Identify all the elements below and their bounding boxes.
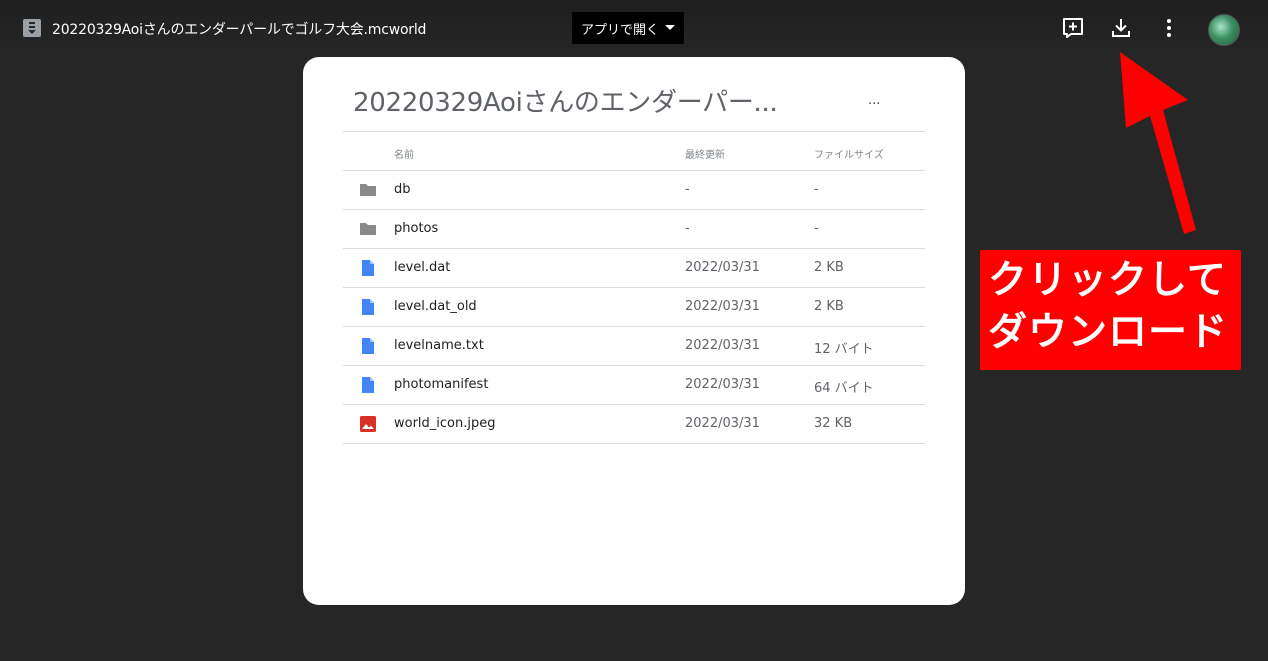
archive-preview-card: 20220329Aoiさんのエンダーパー... ... 名前 最終更新 ファイル… <box>303 57 965 605</box>
table-row[interactable]: levelname.txt 2022/03/31 12 バイト <box>343 327 925 366</box>
annotation-line-1: クリックして <box>988 258 1227 303</box>
image-icon <box>360 416 376 432</box>
open-with-button[interactable]: アプリで開く <box>572 12 684 44</box>
folder-icon <box>360 223 376 235</box>
column-header-name[interactable]: 名前 <box>394 146 414 161</box>
file-size: 64 バイト <box>814 381 874 396</box>
file-name: level.dat_old <box>394 299 477 314</box>
annotation-line-2: ダウンロード <box>988 310 1229 355</box>
file-size: 2 KB <box>814 299 844 314</box>
doc-icon <box>362 338 374 354</box>
column-header-modified[interactable]: 最終更新 <box>685 146 725 161</box>
file-title: 20220329Aoiさんのエンダーパールでゴルフ大会.mcworld <box>52 22 427 38</box>
file-size: 12 バイト <box>814 342 874 357</box>
file-modified: - <box>685 182 690 197</box>
file-modified: - <box>685 221 690 236</box>
top-bar: 20220329Aoiさんのエンダーパールでゴルフ大会.mcworld アプリで… <box>0 0 1268 58</box>
more-button[interactable]: ... <box>868 93 880 108</box>
open-with-label: アプリで開く <box>580 22 659 38</box>
file-name: photomanifest <box>394 377 489 392</box>
doc-icon <box>362 299 374 315</box>
table-row[interactable]: photos - - <box>343 210 925 249</box>
file-name: world_icon.jpeg <box>394 416 496 431</box>
table-row[interactable]: level.dat 2022/03/31 2 KB <box>343 249 925 288</box>
add-to-drive-icon[interactable] <box>1061 16 1085 40</box>
download-icon[interactable] <box>1109 16 1133 40</box>
file-table: 名前 最終更新 ファイルサイズ db - - photos - - level.… <box>343 131 925 444</box>
archive-file-icon <box>23 19 41 37</box>
table-row[interactable]: level.dat_old 2022/03/31 2 KB <box>343 288 925 327</box>
more-vert-icon[interactable] <box>1157 16 1181 40</box>
file-name: db <box>394 182 411 197</box>
file-modified: 2022/03/31 <box>685 377 760 392</box>
annotation-arrow-icon <box>1120 52 1196 234</box>
doc-icon <box>362 260 374 276</box>
card-title: 20220329Aoiさんのエンダーパー... <box>353 88 778 118</box>
file-size: - <box>814 182 819 197</box>
file-modified: 2022/03/31 <box>685 416 760 431</box>
table-header: 名前 最終更新 ファイルサイズ <box>343 131 925 171</box>
file-name: level.dat <box>394 260 451 275</box>
file-name: photos <box>394 221 439 236</box>
file-size: 2 KB <box>814 260 844 275</box>
doc-icon <box>362 377 374 393</box>
caret-down-icon <box>665 25 675 30</box>
file-modified: 2022/03/31 <box>685 260 760 275</box>
folder-icon <box>360 184 376 196</box>
table-row[interactable]: db - - <box>343 171 925 210</box>
avatar[interactable] <box>1208 14 1240 46</box>
file-modified: 2022/03/31 <box>685 338 760 353</box>
column-header-size[interactable]: ファイルサイズ <box>814 146 884 161</box>
table-row[interactable]: world_icon.jpeg 2022/03/31 32 KB <box>343 405 925 444</box>
file-size: 32 KB <box>814 416 853 431</box>
annotation-callout: クリックして ダウンロード <box>980 250 1241 370</box>
table-row[interactable]: photomanifest 2022/03/31 64 バイト <box>343 366 925 405</box>
file-modified: 2022/03/31 <box>685 299 760 314</box>
file-name: levelname.txt <box>394 338 484 353</box>
file-size: - <box>814 221 819 236</box>
